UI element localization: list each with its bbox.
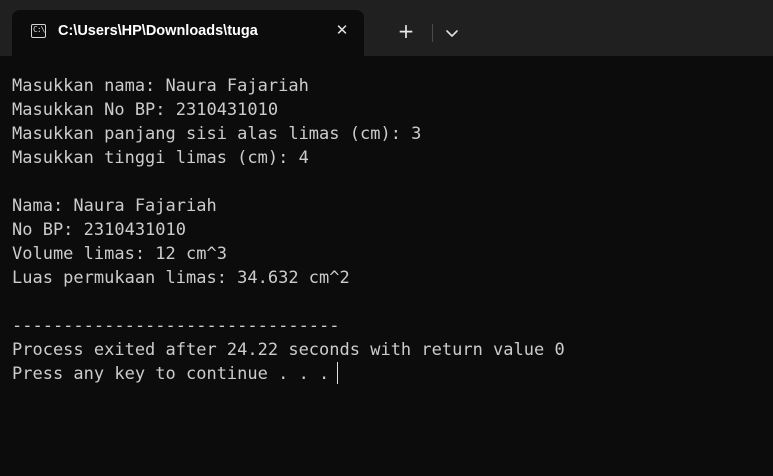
chevron-down-icon[interactable] (440, 22, 464, 44)
press-any-key-text: Press any key to continue . . . (12, 364, 330, 384)
terminal-output[interactable]: Masukkan nama: Naura Fajariah Masukkan N… (0, 56, 773, 476)
tab-divider (432, 24, 433, 42)
tab-strip: C:\ C:\Users\HP\Downloads\tuga ✕ + (0, 0, 773, 56)
separator-line: -------------------------------- (12, 316, 340, 336)
terminal-line: Nama: Naura Fajariah (12, 196, 217, 216)
process-exit-line: Process exited after 24.22 seconds with … (12, 340, 565, 360)
close-tab-icon[interactable]: ✕ (332, 20, 352, 40)
terminal-line: Luas permukaan limas: 34.632 cm^2 (12, 268, 350, 288)
terminal-line: Volume limas: 12 cm^3 (12, 244, 227, 264)
terminal-window: C:\ C:\Users\HP\Downloads\tuga ✕ + Masuk… (0, 0, 773, 476)
tab-title: C:\Users\HP\Downloads\tuga (58, 23, 258, 39)
terminal-line: Masukkan tinggi limas (cm): 4 (12, 148, 309, 168)
terminal-line: No BP: 2310431010 (12, 220, 186, 240)
terminal-line: Masukkan No BP: 2310431010 (12, 100, 279, 120)
press-any-key-line: Press any key to continue . . . (12, 362, 773, 386)
tab-active[interactable]: C:\ C:\Users\HP\Downloads\tuga ✕ (12, 10, 364, 56)
terminal-line: Masukkan nama: Naura Fajariah (12, 76, 309, 96)
terminal-icon-glyph: C:\ (33, 25, 45, 34)
terminal-icon: C:\ (31, 24, 46, 38)
terminal-line: Masukkan panjang sisi alas limas (cm): 3 (12, 124, 422, 144)
new-tab-button[interactable]: + (394, 20, 418, 44)
text-cursor (337, 362, 339, 384)
